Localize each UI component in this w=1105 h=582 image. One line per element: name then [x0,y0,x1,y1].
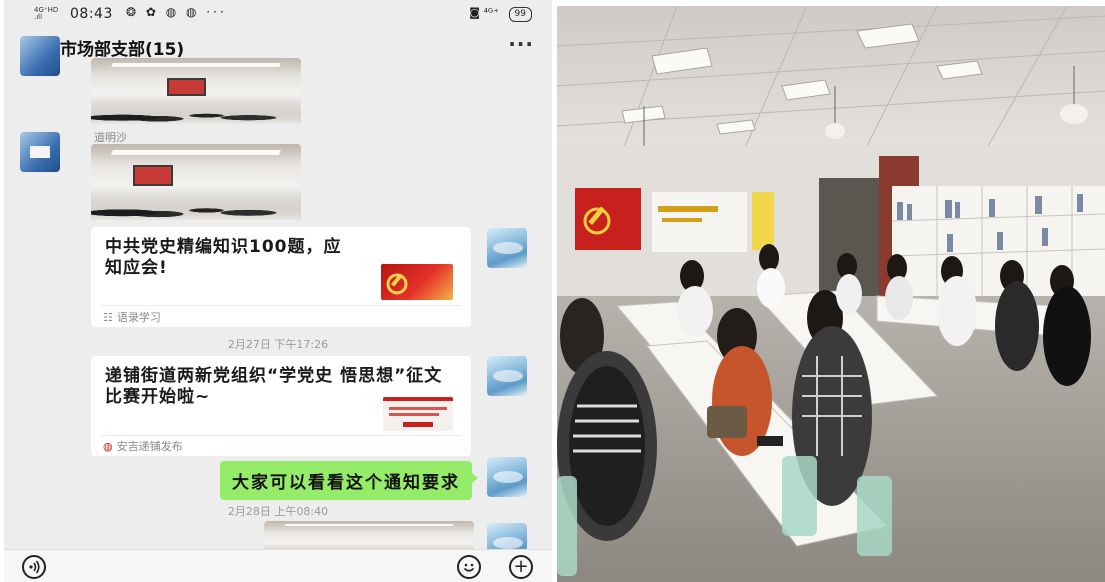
card-title: 中共党史精编知识100题，应知应会! [105,237,342,278]
image-message[interactable] [91,144,301,220]
meeting-photo [557,6,1105,582]
ceiling [557,6,1105,166]
phone-on-table [757,436,783,446]
photo-red-screen [133,165,173,186]
message-list[interactable]: 道明沙 中共党史精编知识100题，应知应会! ☷ 语录学习 2月27日 下午17:… [4,36,552,563]
status-time: 08:43 [70,6,113,22]
voice-icon[interactable] [22,555,46,579]
status-bar: 4G⁺HD .ıll 08:43 ❂ ✿ ◍ ◍ ··· ◙ ⁴ᴳ⁺ 99 [4,0,552,28]
self-avatar[interactable] [487,228,527,268]
network-icon: ◙ ⁴ᴳ⁺ [469,6,500,19]
photo-ceiling-light [111,150,281,155]
card-divider [101,305,461,306]
meeting-room-illustration [557,6,1105,582]
link-card[interactable]: 中共党史精编知识100题，应知应会! ☷ 语录学习 [91,227,471,327]
avatar-logo [30,146,50,158]
sender-avatar[interactable] [20,132,60,172]
article-thumbnail [383,397,453,431]
message-input[interactable] [76,555,442,579]
hammer-sickle-icon [386,273,408,295]
photo-ceiling-light [284,524,454,527]
card-source-name: 语录学习 [116,311,161,324]
yellow-banner [752,192,774,250]
photo-attendees [91,195,301,220]
thumbnail-red-button [403,422,433,427]
emoji-icon[interactable] [457,555,481,579]
input-bar: + [4,549,552,582]
thumbnail-red-bar [383,397,453,401]
source-icon: ☷ [103,311,113,324]
chat-title: 市场部支部(15) [60,40,185,60]
battery-icon: 99 [508,7,532,22]
thumbnail-red-text [389,407,447,410]
photo-attendees [91,102,301,124]
link-card[interactable]: 递铺街道两新党组织“学党史 悟思想”征文比赛开始啦~ ◍ 安吉递铺发布 [91,356,471,456]
self-avatar[interactable] [487,356,527,396]
thumbnail-red-text [389,413,439,416]
card-source-name: 安吉递铺发布 [116,440,183,453]
self-avatar[interactable] [487,457,527,497]
voice-wave-glyph [29,560,40,574]
add-icon[interactable]: + [509,555,533,579]
chat-screen: 4G⁺HD .ıll 08:43 ❂ ✿ ◍ ◍ ··· ◙ ⁴ᴳ⁺ 99 < … [4,0,552,582]
more-options-icon[interactable]: ··· [508,32,534,56]
handbag [707,406,747,438]
sender-avatar[interactable] [20,36,60,76]
timestamp: 2月28日 上午08:40 [227,505,329,518]
signal-indicator: 4G⁺HD .ıll [34,6,59,21]
image-message[interactable] [91,58,301,124]
text-message[interactable]: 大家可以看看这个通知要求 [220,461,478,500]
timestamp: 2月27日 下午17:26 [227,338,329,351]
party-flag-thumbnail [381,264,453,300]
source-icon: ◍ [103,440,113,453]
card-divider [101,435,461,436]
card-source: ◍ 安吉递铺发布 [103,438,183,454]
photo-red-screen [166,77,207,97]
card-source: ☷ 语录学习 [103,309,161,325]
notification-icons: ❂ ✿ ◍ ◍ ··· [126,5,227,19]
photo-ceiling-light [111,63,281,68]
sender-name: 道明沙 [94,131,127,144]
status-right-icons: ◙ ⁴ᴳ⁺ 99 [469,6,532,22]
smile-glyph [463,563,475,572]
